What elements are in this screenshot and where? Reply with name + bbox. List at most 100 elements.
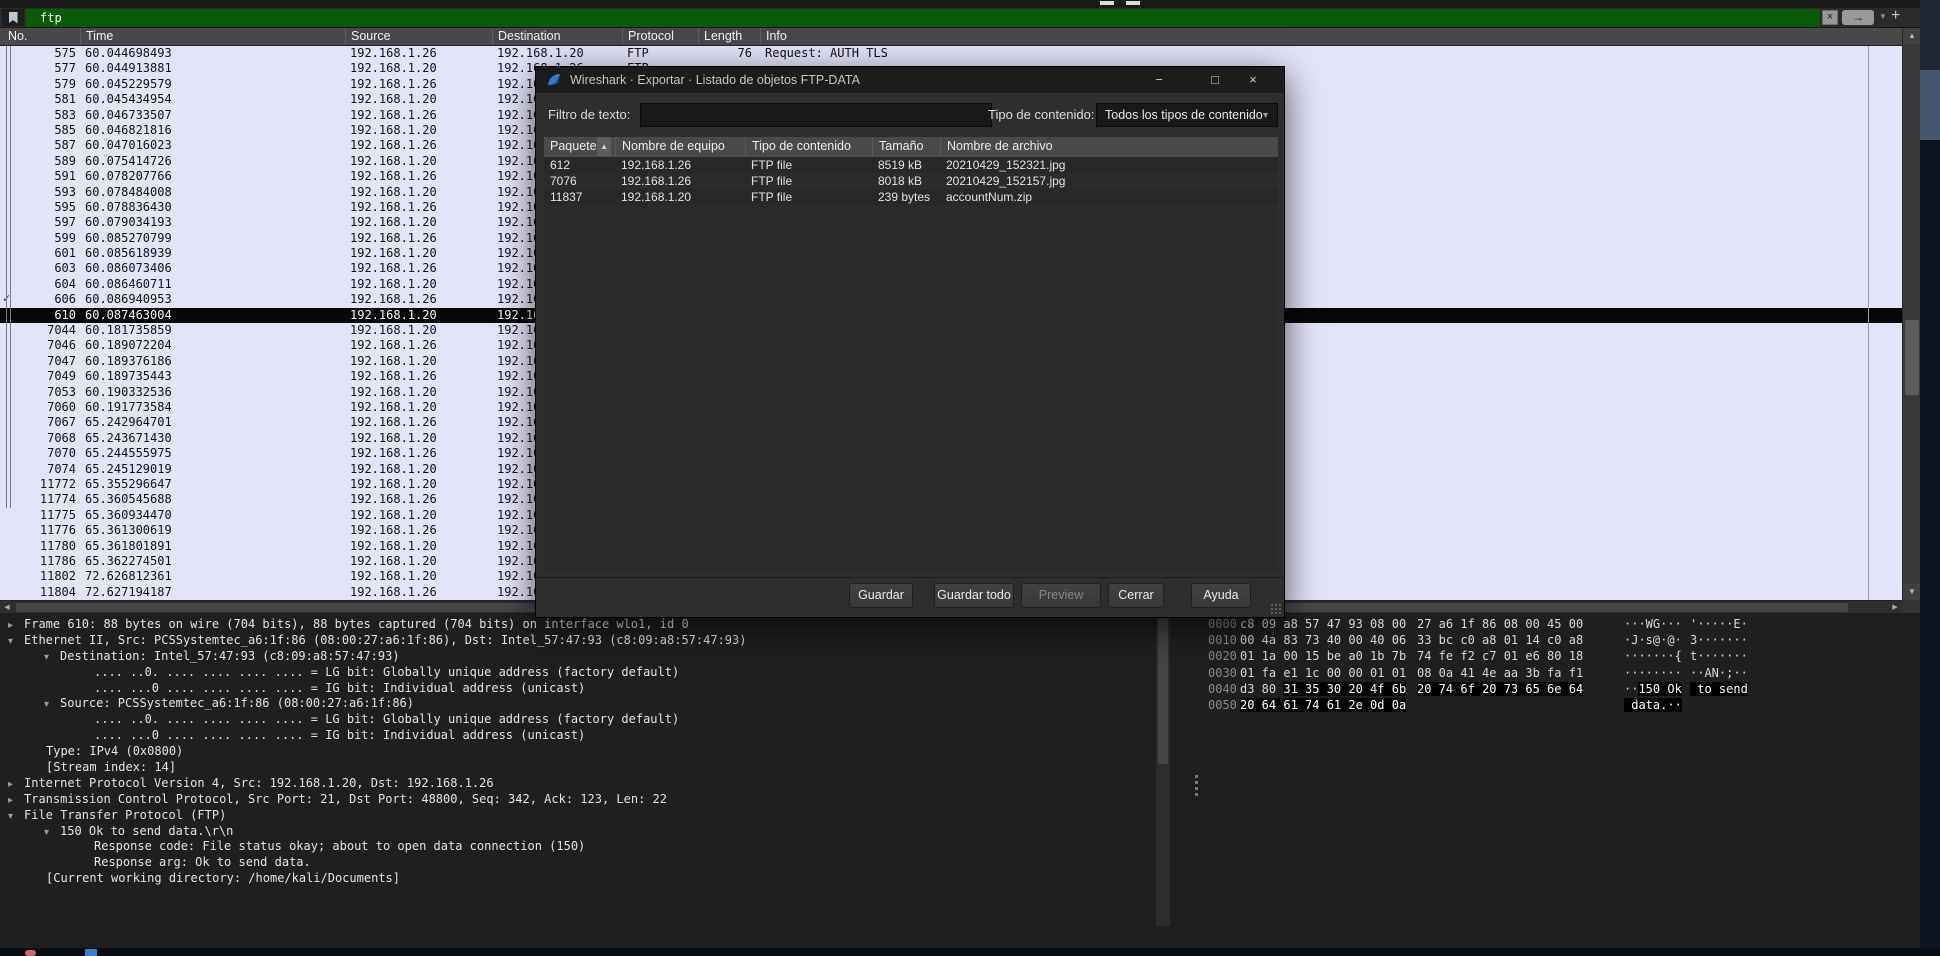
scrollbar-thumb[interactable]	[1158, 616, 1168, 764]
detail-line[interactable]: ▸Frame 610: 88 bytes on wire (704 bits),…	[0, 617, 1150, 633]
filter-add-button[interactable]: +	[1891, 7, 1900, 25]
column-header-destination[interactable]: Destination	[492, 28, 622, 45]
object-column-header[interactable]: Tipo de contenido	[745, 137, 872, 157]
filter-apply-button[interactable]: →	[1842, 10, 1874, 25]
detail-line[interactable]: Type: IPv4 (0x0800)	[0, 744, 1150, 760]
detail-line[interactable]: ▸Transmission Control Protocol, Src Port…	[0, 792, 1150, 808]
guardar-button[interactable]: Guardar	[849, 583, 913, 608]
cell-no: 7046	[0, 338, 80, 353]
detail-line[interactable]: .... ..0. .... .... .... .... = LG bit: …	[0, 712, 1150, 728]
cell-time: 60.085270799	[80, 231, 345, 246]
scroll-down-button[interactable]: ▼	[1903, 584, 1921, 600]
detail-line[interactable]: .... ...0 .... .... .... .... = IG bit: …	[0, 728, 1150, 744]
packet-list-vertical-scrollbar[interactable]: ▲ ▼	[1902, 28, 1920, 600]
cell-time: 60.046821816	[80, 123, 345, 138]
collapse-arrow-icon[interactable]: ▾	[44, 827, 60, 838]
filter-expression-dropdown[interactable]: ▼	[1879, 12, 1887, 21]
hex-bytes: 20 64 61 74 61 2e 0d 0a	[1240, 698, 1406, 714]
arrow-left-icon: ◀	[4, 604, 9, 611]
detail-line[interactable]: ▸Internet Protocol Version 4, Src: 192.1…	[0, 776, 1150, 792]
object-cell: 612	[544, 157, 615, 173]
detail-line[interactable]: Response code: File status okay; about t…	[0, 839, 1150, 855]
hex-row[interactable]: 005020 64 61 74 61 2e 0d 0a data.··	[1200, 698, 1912, 714]
ayuda-button[interactable]: Ayuda	[1191, 583, 1251, 608]
object-row[interactable]: 612192.168.1.26FTP file8519 kB20210429_1…	[544, 157, 1278, 173]
expand-arrow-icon[interactable]: ▸	[8, 620, 24, 631]
cell-src: 192.168.1.20	[345, 323, 492, 338]
detail-line[interactable]: Response arg: Ok to send data.	[0, 855, 1150, 871]
filter-bookmark-button[interactable]	[2, 9, 24, 26]
column-header-no[interactable]: No.	[0, 28, 80, 45]
pane-splitter-handle[interactable]	[1193, 772, 1199, 812]
column-header-source[interactable]: Source	[345, 28, 492, 45]
cell-time: 65.242964701	[80, 415, 345, 430]
window-top-strip	[0, 0, 1920, 8]
details-vertical-scrollbar[interactable]	[1156, 616, 1170, 926]
detail-line[interactable]: ▾150 Ok to send data.\r\n	[0, 824, 1150, 840]
column-divider	[1868, 46, 1869, 600]
scrollbar-thumb[interactable]	[1905, 320, 1919, 395]
detail-text: .... ...0 .... .... .... .... = IG bit: …	[94, 681, 585, 695]
cell-time: 60.086073406	[80, 261, 345, 276]
object-column-header[interactable]: Nombre de archivo	[940, 137, 1278, 157]
cerrar-button[interactable]: Cerrar	[1108, 583, 1164, 608]
close-button[interactable]: ×	[1238, 67, 1268, 93]
scroll-up-button[interactable]: ▲	[1903, 28, 1921, 44]
cell-src: 192.168.1.26	[345, 261, 492, 276]
detail-line[interactable]: [Current working directory: /home/kali/D…	[0, 871, 1150, 887]
cell-time: 60.078836430	[80, 200, 345, 215]
display-filter-input[interactable]: ftp	[26, 9, 1820, 27]
detail-line[interactable]: [Stream index: 14]	[0, 760, 1150, 776]
filter-clear-button[interactable]: ×	[1822, 10, 1838, 25]
dialog-titlebar[interactable]: Wireshark · Exportar · Listado de objeto…	[536, 67, 1284, 93]
detail-line[interactable]: ▾Source: PCSSystemtec_a6:1f:86 (08:00:27…	[0, 696, 1150, 712]
collapse-arrow-icon[interactable]: ▾	[44, 699, 60, 710]
collapse-arrow-icon[interactable]: ▾	[44, 652, 60, 663]
content-type-combobox[interactable]: Todos los tipos de contenido ▼	[1096, 103, 1278, 127]
hex-row[interactable]: 003001 fa e1 1c 00 00 01 0108 0a 41 4e a…	[1200, 666, 1912, 682]
detail-line[interactable]: .... ...0 .... .... .... .... = IG bit: …	[0, 681, 1150, 697]
cell-time: 60.085618939	[80, 246, 345, 261]
expand-arrow-icon[interactable]: ▸	[8, 795, 24, 806]
object-column-header[interactable]: Paquete▲	[544, 137, 615, 157]
taskbar-app-icon[interactable]	[85, 949, 97, 956]
hex-bytes: ········	[1624, 666, 1682, 682]
object-column-header[interactable]: Nombre de equipo	[615, 137, 745, 157]
resize-grip[interactable]	[1270, 603, 1282, 615]
column-header-info[interactable]: Info	[760, 28, 1902, 45]
hex-bytes: d3 80 31 35 30 20 4f 6b	[1240, 682, 1406, 698]
hex-row[interactable]: 0000c8 09 a8 57 47 93 08 0027 a6 1f 86 0…	[1200, 617, 1912, 633]
column-header-time[interactable]: Time	[80, 28, 345, 45]
cell-time: 60.044913881	[80, 61, 345, 76]
detail-line[interactable]: ▾File Transfer Protocol (FTP)	[0, 808, 1150, 824]
object-row[interactable]: 11837192.168.1.20FTP file239 bytesaccoun…	[544, 189, 1278, 205]
detail-line[interactable]: ▾Ethernet II, Src: PCSSystemtec_a6:1f:86…	[0, 633, 1150, 649]
cell-no: 11774	[0, 492, 80, 507]
object-row[interactable]: 7076192.168.1.26FTP file8018 kB20210429_…	[544, 173, 1278, 189]
column-header-length[interactable]: Length	[698, 28, 760, 45]
cell-no: 604	[0, 277, 80, 292]
collapse-arrow-icon[interactable]: ▾	[8, 811, 24, 822]
cell-src: 192.168.1.20	[345, 385, 492, 400]
maximize-button[interactable]: □	[1200, 67, 1230, 93]
hex-row[interactable]: 0040d3 80 31 35 30 20 4f 6b20 74 6f 20 7…	[1200, 682, 1912, 698]
cell-src: 192.168.1.20	[345, 154, 492, 169]
detail-line[interactable]: .... ..0. .... .... .... .... = LG bit: …	[0, 665, 1150, 681]
collapse-arrow-icon[interactable]: ▾	[8, 636, 24, 647]
taskbar-app-icon[interactable]	[25, 950, 36, 956]
text-filter-input[interactable]	[640, 103, 992, 127]
detail-text: [Stream index: 14]	[46, 760, 176, 774]
guardar-todo-button[interactable]: Guardar todo	[934, 583, 1014, 608]
detail-line[interactable]: ▾Destination: Intel_57:47:93 (c8:09:a8:5…	[0, 649, 1150, 665]
packet-row[interactable]: 57560.044698493192.168.1.26192.168.1.20F…	[0, 46, 1902, 61]
minimize-button[interactable]: −	[1144, 67, 1174, 93]
cell-time: 65.360934470	[80, 508, 345, 523]
hex-row[interactable]: 001000 4a 83 73 40 00 40 0633 bc c0 a8 0…	[1200, 633, 1912, 649]
hex-offset: 0030	[1208, 666, 1240, 682]
wireshark-icon	[546, 72, 562, 93]
object-column-header[interactable]: Tamaño	[872, 137, 940, 157]
hex-bytes: 01 1a 00 15 be a0 1b 7b	[1240, 649, 1406, 665]
expand-arrow-icon[interactable]: ▸	[8, 779, 24, 790]
hex-row[interactable]: 002001 1a 00 15 be a0 1b 7b74 fe f2 c7 0…	[1200, 649, 1912, 665]
column-header-protocol[interactable]: Protocol	[622, 28, 698, 45]
